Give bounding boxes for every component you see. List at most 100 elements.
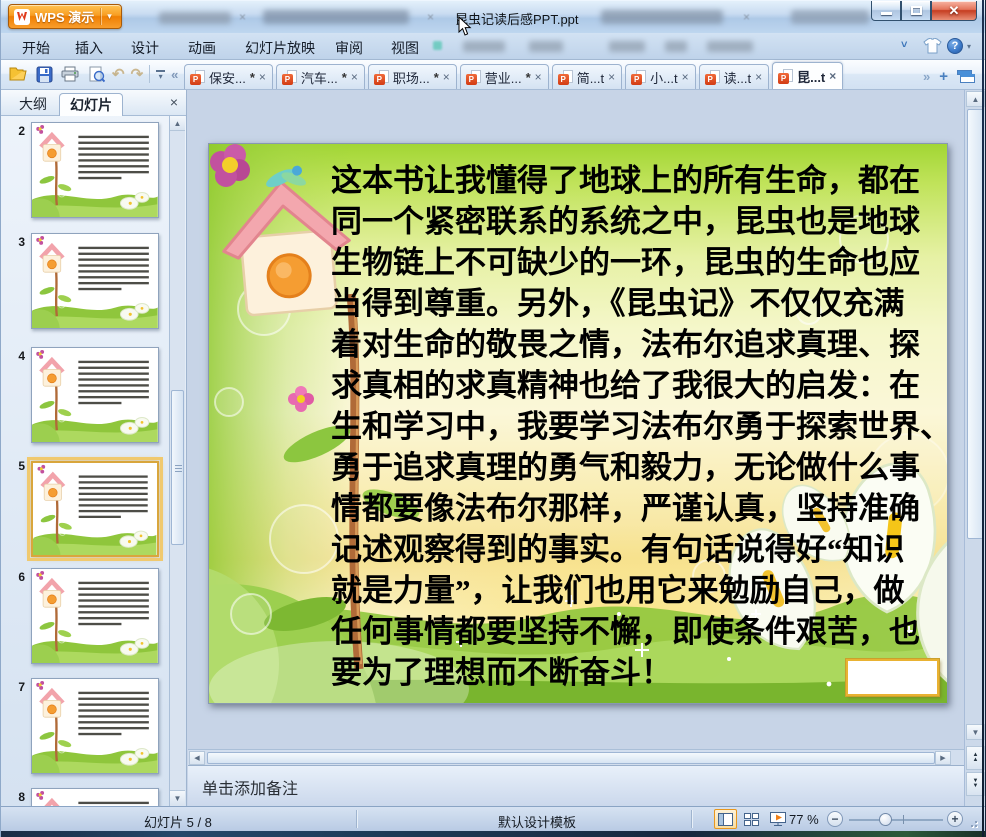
menu-design[interactable]: 设计 — [131, 38, 159, 58]
background-window-tab[interactable] — [601, 10, 723, 24]
minimize-button[interactable] — [871, 1, 901, 21]
close-button[interactable]: ✕ — [931, 1, 977, 21]
scroll-down-icon[interactable]: ▼ — [170, 790, 185, 805]
scroll-up-icon[interactable]: ▲ — [170, 116, 185, 131]
slide-thumbnail-7[interactable]: 7 — [1, 678, 169, 778]
slide-thumbnail-8[interactable]: 8 — [1, 788, 169, 806]
menu-home[interactable]: 开始 — [22, 38, 50, 58]
titlebar: WPS 演示 ▾ × × 昆虫记读后感PPT.ppt × ✕ — [1, 0, 985, 36]
maximize-button[interactable] — [901, 1, 931, 21]
normal-view-button[interactable] — [714, 809, 737, 829]
doc-tab-yingye[interactable]: P 营业... * × — [459, 64, 549, 89]
zoom-slider-handle[interactable] — [879, 813, 892, 826]
tab-close-icon[interactable]: × — [743, 10, 750, 24]
save-icon[interactable] — [34, 64, 54, 84]
new-window-icon[interactable] — [957, 69, 975, 84]
menu-review[interactable]: 审阅 — [335, 38, 363, 58]
redo-icon[interactable]: ↷ — [131, 65, 144, 83]
close-tab-icon[interactable]: × — [608, 71, 615, 83]
notes-placeholder[interactable]: 单击添加备注 — [202, 775, 298, 799]
background-window-tab[interactable] — [791, 10, 869, 24]
modified-flag: * — [341, 69, 347, 85]
menu-animation[interactable]: 动画 — [188, 38, 216, 58]
wps-app-button[interactable]: WPS 演示 ▾ — [8, 4, 122, 29]
tab-outline[interactable]: 大纲 — [9, 93, 57, 116]
close-tab-icon[interactable]: × — [535, 71, 542, 83]
skin-tshirt-icon[interactable] — [923, 37, 942, 59]
menu-insert[interactable]: 插入 — [75, 38, 103, 58]
doc-tab-xiao[interactable]: P 小...t × — [625, 64, 696, 89]
close-tab-icon[interactable]: × — [682, 71, 689, 83]
undo-icon[interactable]: ↶ — [112, 65, 125, 83]
close-tab-icon[interactable]: × — [755, 71, 762, 83]
print-preview-icon[interactable] — [86, 64, 106, 84]
slide-canvas[interactable]: 这本书让我懂得了地球上的所有生命，都在 同一个紧密联系的系统之中，昆虫也是地球 … — [188, 90, 964, 749]
document-tabs: P 保安... * × P 汽车... * × P 职场... * × P 营业… — [184, 62, 844, 89]
template-name[interactable]: 默认设计模板 — [498, 812, 576, 831]
slide-number-placeholder[interactable] — [846, 659, 939, 696]
tab-close-icon[interactable]: × — [427, 10, 434, 24]
slide-thumbnail-2[interactable]: 2 — [1, 122, 169, 222]
close-tab-icon[interactable]: × — [443, 71, 450, 83]
quick-access-toolbar: ↶ ↷ ▾ « — [8, 64, 178, 84]
thumbnail-image[interactable] — [31, 233, 159, 329]
thumbnail-image[interactable] — [31, 347, 159, 443]
menu-view[interactable]: 视图 — [391, 38, 419, 58]
thumbnail-image[interactable] — [31, 568, 159, 664]
scroll-left-icon[interactable]: ◀ — [189, 751, 205, 765]
close-tab-icon[interactable]: × — [351, 71, 358, 83]
zoom-slider-track[interactable] — [849, 819, 943, 821]
toolbar-options-icon[interactable]: ▾ — [156, 69, 166, 80]
help-icon[interactable]: ? — [947, 38, 963, 54]
thumbnail-image[interactable] — [31, 788, 159, 806]
thumbnail-image[interactable] — [27, 457, 163, 561]
menu-slideshow[interactable]: 幻灯片放映 — [245, 38, 315, 58]
new-document-icon[interactable]: + — [939, 69, 948, 84]
slide-thumbnail-4[interactable]: 4 — [1, 347, 169, 447]
doc-tab-du[interactable]: P 读...t × — [698, 64, 770, 89]
tab-close-icon[interactable]: × — [239, 10, 246, 24]
doc-tab-qiche[interactable]: P 汽车... * × — [275, 64, 365, 89]
scroll-right-icon[interactable]: ▶ — [935, 751, 951, 765]
collapse-ribbon-icon[interactable]: ˅ — [901, 39, 907, 51]
slide-number: 5 — [18, 459, 25, 473]
doc-tab-label: 保安... — [209, 70, 246, 86]
tab-slides[interactable]: 幻灯片 — [59, 93, 123, 116]
doc-tab-kun-active[interactable]: P 昆...t × — [772, 62, 844, 89]
thumbnail-image[interactable] — [31, 122, 159, 218]
help-dropdown-icon[interactable]: ▾ — [967, 42, 971, 51]
active-document-title[interactable]: 昆虫记读后感PPT.ppt — [455, 9, 579, 28]
print-icon[interactable] — [60, 64, 80, 84]
zoom-in-button[interactable]: + — [947, 811, 963, 827]
thumbnail-image[interactable] — [31, 678, 159, 774]
resize-grip[interactable] — [967, 817, 977, 827]
slideshow-view-button[interactable] — [766, 809, 789, 829]
slide-body-text[interactable]: 这本书让我懂得了地球上的所有生命，都在 同一个紧密联系的系统之中，昆虫也是地球 … — [331, 160, 947, 693]
background-window-tab[interactable] — [263, 10, 409, 24]
close-panel-icon[interactable]: × — [170, 94, 178, 110]
scroll-tabs-left-icon[interactable]: « — [171, 67, 178, 82]
background-window-tab[interactable] — [159, 12, 231, 24]
window-controls: ✕ — [871, 1, 977, 21]
scrollbar-thumb[interactable] — [171, 390, 184, 545]
scroll-tabs-right-icon[interactable]: » — [923, 69, 930, 84]
doc-tab-jian[interactable]: P 简...t × — [551, 64, 623, 89]
notes-pane[interactable]: 单击添加备注 — [188, 765, 964, 806]
close-tab-icon[interactable]: × — [829, 70, 836, 82]
scrollbar-thumb[interactable] — [207, 752, 935, 764]
ppt-file-icon: P — [281, 69, 297, 85]
slide-thumbnail-5-selected[interactable]: 5 — [1, 457, 169, 561]
slide-thumbnail-6[interactable]: 6 — [1, 568, 169, 668]
open-file-icon[interactable] — [8, 64, 28, 84]
current-slide[interactable]: 这本书让我懂得了地球上的所有生命，都在 同一个紧密联系的系统之中，昆虫也是地球 … — [208, 143, 948, 704]
modified-flag: * — [525, 69, 531, 85]
chevron-down-icon[interactable]: ▾ — [107, 11, 112, 22]
sidebar-scrollbar[interactable]: ▲ ▼ — [169, 116, 185, 806]
zoom-out-button[interactable]: − — [827, 811, 843, 827]
horizontal-scrollbar[interactable]: ◀ ▶ — [188, 749, 964, 765]
doc-tab-zhichang[interactable]: P 职场... * × — [367, 64, 457, 89]
slide-sorter-view-button[interactable] — [740, 809, 763, 829]
close-tab-icon[interactable]: × — [259, 71, 266, 83]
doc-tab-baoan[interactable]: P 保安... * × — [184, 64, 273, 89]
slide-thumbnail-3[interactable]: 3 — [1, 233, 169, 333]
